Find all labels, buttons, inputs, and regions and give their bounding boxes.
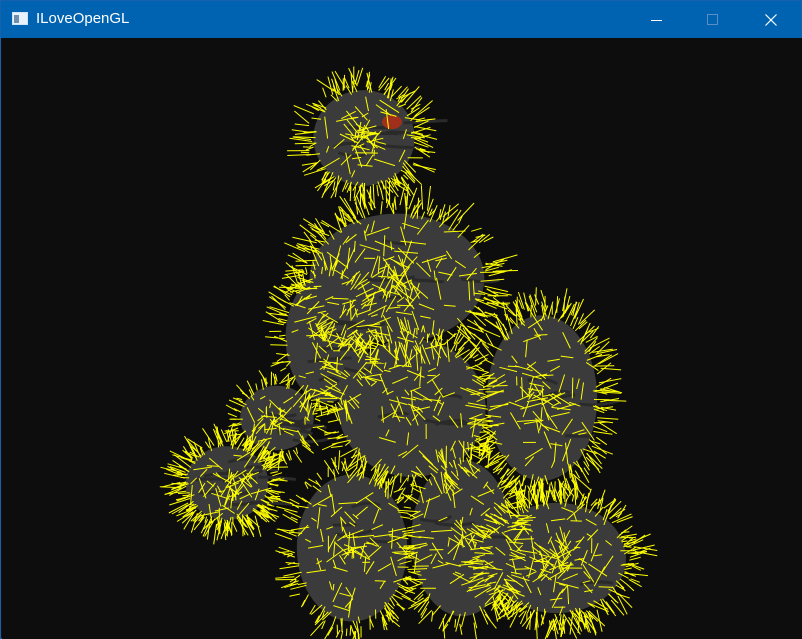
normal-line (374, 580, 386, 582)
body-texture-stripe (250, 501, 294, 506)
normal-line (403, 545, 416, 547)
normal-line (535, 287, 537, 306)
app-window-icon (12, 12, 28, 25)
normal-line (400, 473, 402, 483)
normal-line (365, 542, 374, 545)
normal-line (364, 358, 380, 361)
minimize-icon (651, 20, 662, 21)
normal-line (313, 408, 327, 410)
normal-line (270, 344, 288, 346)
normal-line (265, 377, 267, 386)
normal-line (563, 618, 565, 632)
maximize-icon (707, 14, 718, 25)
normal-line (345, 628, 348, 637)
normal-line (487, 377, 496, 379)
opengl-viewport[interactable] (2, 38, 802, 639)
normal-line (387, 478, 390, 499)
normal-line (515, 568, 530, 570)
title-bar[interactable]: ILoveOpenGL (1, 1, 801, 38)
normal-line (471, 441, 473, 452)
minimize-button[interactable] (634, 1, 680, 38)
window-title: ILoveOpenGL (36, 10, 130, 27)
normal-line (598, 586, 614, 588)
normal-line (349, 186, 352, 202)
body-part (486, 315, 598, 481)
normal-line (288, 380, 290, 389)
app-window: ILoveOpenGL (0, 0, 802, 639)
normal-line (541, 387, 544, 398)
normal-line (180, 476, 190, 479)
normal-line (294, 142, 316, 145)
normal-line (343, 74, 345, 90)
normal-line (295, 264, 316, 267)
rendered-scene (2, 38, 802, 639)
head-accent-mark (382, 115, 402, 129)
normal-line (327, 401, 334, 403)
normal-line (571, 377, 574, 399)
normal-line (515, 538, 534, 540)
close-button[interactable] (748, 1, 794, 38)
normal-line (265, 407, 268, 419)
normal-line (234, 490, 237, 501)
body-texture-stripe (385, 130, 411, 136)
maximize-button[interactable] (690, 1, 736, 38)
normal-line (534, 334, 548, 336)
normal-line (349, 626, 352, 636)
close-icon (765, 14, 777, 26)
